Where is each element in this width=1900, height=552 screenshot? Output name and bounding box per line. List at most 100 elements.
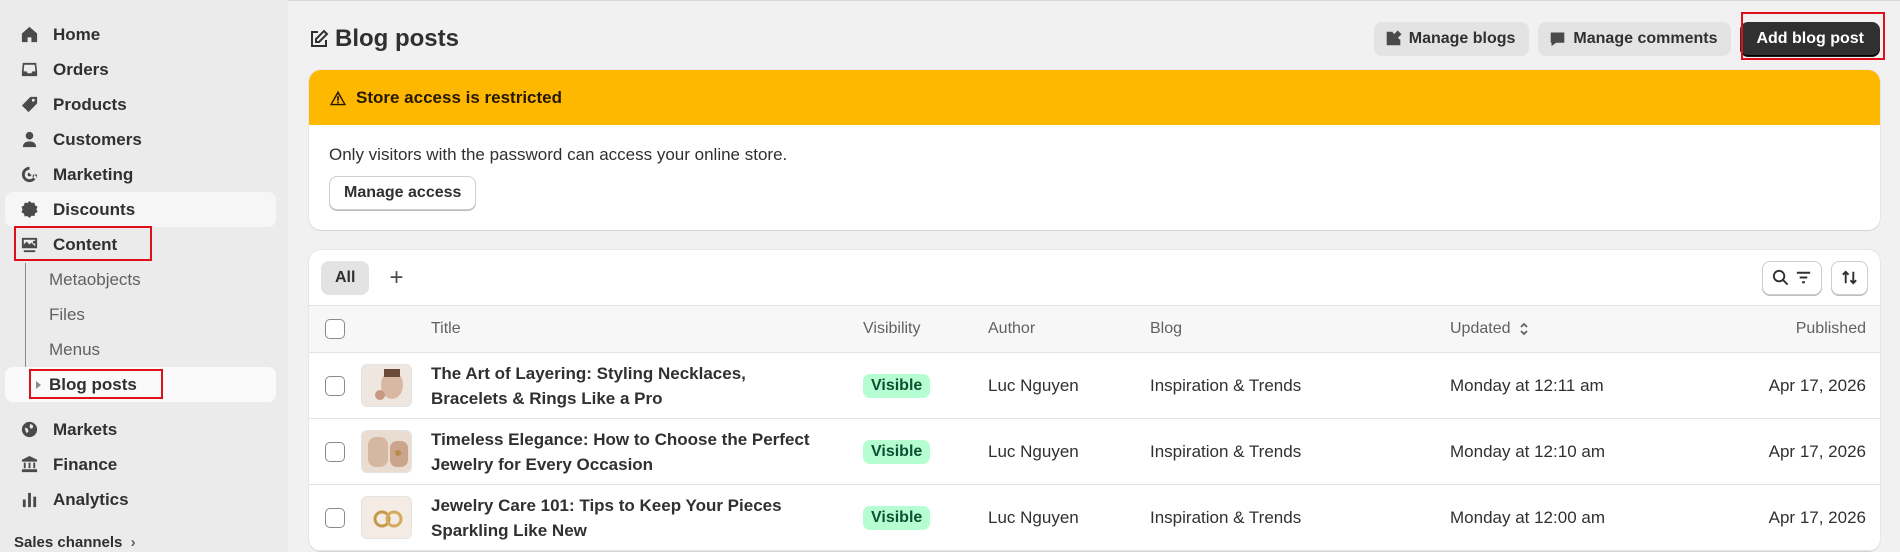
sidebar-subitem-blog-posts[interactable]: Blog posts — [5, 367, 276, 402]
edit-icon — [311, 29, 329, 47]
sidebar-item-markets[interactable]: Markets — [5, 412, 276, 447]
table-row[interactable]: Timeless Elegance: How to Choose the Per… — [309, 419, 1880, 485]
search-filter-button[interactable] — [1762, 260, 1822, 295]
manage-blogs-label: Manage blogs — [1408, 29, 1516, 47]
tab-all[interactable]: All — [321, 260, 370, 295]
page-title-text: Blog posts — [335, 24, 459, 52]
add-blog-post-button[interactable]: Add blog post — [1740, 21, 1880, 56]
manage-blogs-button[interactable]: Manage blogs — [1373, 21, 1530, 56]
sidebar-item-content[interactable]: Content — [5, 227, 276, 262]
chart-icon — [19, 490, 39, 510]
blog-cell: Inspiration & Trends — [1150, 441, 1302, 461]
sidebar-item-label: Marketing — [53, 164, 134, 184]
column-published[interactable]: Published — [1690, 306, 1880, 353]
sidebar-item-orders[interactable]: Orders — [5, 52, 276, 87]
blog-cell: Inspiration & Trends — [1150, 507, 1302, 527]
discount-icon — [19, 200, 39, 220]
row-checkbox[interactable] — [325, 375, 345, 396]
search-icon — [1772, 269, 1789, 286]
table-header-row: Title Visibility Author Blog Updated Pub… — [309, 305, 1880, 353]
sidebar-item-label: Products — [53, 94, 127, 114]
tag-icon — [19, 95, 39, 115]
warning-icon — [329, 90, 347, 105]
sidebar-item-label: Discounts — [53, 199, 136, 219]
row-checkbox[interactable] — [325, 441, 345, 462]
post-thumbnail — [361, 496, 412, 539]
sidebar-subitem-metaobjects[interactable]: Metaobjects — [5, 262, 276, 297]
chevron-right-icon: › — [130, 534, 136, 551]
sidebar-item-analytics[interactable]: Analytics — [5, 482, 276, 517]
sidebar-item-label: Finance — [53, 454, 118, 474]
sales-channels-label: Sales channels — [14, 534, 123, 551]
blog-cell: Inspiration & Trends — [1150, 375, 1302, 395]
app-window: Home Orders Products Customers Marketing… — [0, 0, 1900, 552]
main-content: Blog posts Manage blogs Manage comments … — [288, 0, 1900, 552]
page-header: Blog posts Manage blogs Manage comments … — [309, 0, 1880, 77]
sidebar-subitem-files[interactable]: Files — [5, 297, 276, 332]
sidebar-item-marketing[interactable]: Marketing — [5, 157, 276, 192]
published-cell: Apr 17, 2026 — [1768, 441, 1866, 461]
post-title-link[interactable]: Timeless Elegance: How to Choose the Per… — [431, 427, 821, 477]
updated-cell: Monday at 12:11 am — [1450, 375, 1604, 395]
sort-button[interactable] — [1831, 260, 1868, 295]
sidebar-item-finance[interactable]: Finance — [5, 447, 276, 482]
page-title: Blog posts — [309, 25, 459, 53]
content-icon — [19, 235, 39, 255]
table-tools — [1762, 260, 1868, 295]
person-icon — [19, 130, 39, 150]
tabs-row: All + — [309, 250, 1880, 305]
visibility-badge: Visible — [863, 373, 931, 398]
column-author[interactable]: Author — [988, 306, 1150, 353]
sidebar-item-label: Markets — [53, 419, 118, 439]
sidebar-item-products[interactable]: Products — [5, 87, 276, 122]
sort-updown-icon — [1520, 322, 1528, 336]
author-cell: Luc Nguyen — [988, 441, 1079, 461]
column-title[interactable]: Title — [431, 306, 863, 353]
blog-posts-table-card: All + Title Visibility Author Blog Updat… — [309, 250, 1880, 551]
visibility-badge: Visible — [863, 439, 931, 464]
post-title-link[interactable]: The Art of Layering: Styling Necklaces, … — [431, 361, 821, 411]
sales-channels-heading[interactable]: Sales channels › — [14, 534, 136, 551]
post-title-link[interactable]: Jewelry Care 101: Tips to Keep Your Piec… — [431, 493, 821, 543]
manage-comments-button[interactable]: Manage comments — [1538, 21, 1732, 56]
target-icon — [19, 165, 39, 185]
published-cell: Apr 17, 2026 — [1768, 375, 1866, 395]
filter-icon — [1796, 271, 1811, 284]
author-cell: Luc Nguyen — [988, 507, 1079, 527]
sidebar-subitem-menus[interactable]: Menus — [5, 332, 276, 367]
home-icon — [19, 25, 39, 45]
blog-posts-table: Title Visibility Author Blog Updated Pub… — [309, 305, 1880, 551]
visibility-badge: Visible — [863, 505, 931, 530]
post-thumbnail — [361, 430, 412, 473]
globe-icon — [19, 420, 39, 440]
sidebar-item-home[interactable]: Home — [5, 17, 276, 52]
table-row[interactable]: The Art of Layering: Styling Necklaces, … — [309, 353, 1880, 419]
banner-title: Store access is restricted — [356, 87, 563, 107]
sidebar-item-label: Customers — [53, 129, 142, 149]
sidebar-item-label: Analytics — [53, 489, 129, 509]
table-row[interactable]: Jewelry Care 101: Tips to Keep Your Piec… — [309, 485, 1880, 551]
sidebar-item-customers[interactable]: Customers — [5, 122, 276, 157]
sidebar-item-discounts[interactable]: Discounts — [5, 192, 276, 227]
author-cell: Luc Nguyen — [988, 375, 1079, 395]
sort-icon — [1842, 270, 1857, 285]
sidebar: Home Orders Products Customers Marketing… — [0, 0, 288, 552]
bank-icon — [19, 455, 39, 475]
column-visibility[interactable]: Visibility — [863, 306, 988, 353]
store-access-banner: Store access is restricted Only visitors… — [309, 70, 1880, 230]
sidebar-item-label: Orders — [53, 59, 109, 79]
sidebar-item-label: Home — [53, 24, 101, 44]
inbox-icon — [19, 60, 39, 80]
header-actions: Manage blogs Manage comments Add blog po… — [1373, 21, 1880, 56]
comment-icon — [1551, 32, 1565, 47]
select-all-checkbox[interactable] — [325, 319, 345, 339]
updated-cell: Monday at 12:10 am — [1450, 441, 1605, 461]
column-blog[interactable]: Blog — [1150, 306, 1450, 353]
column-updated[interactable]: Updated — [1450, 306, 1690, 353]
add-view-button[interactable]: + — [381, 261, 411, 295]
banner-text: Only visitors with the password can acce… — [329, 145, 788, 164]
banner-header: Store access is restricted — [309, 70, 1880, 125]
row-checkbox[interactable] — [325, 507, 345, 528]
manage-access-button[interactable]: Manage access — [329, 176, 477, 210]
post-thumbnail — [361, 364, 412, 407]
